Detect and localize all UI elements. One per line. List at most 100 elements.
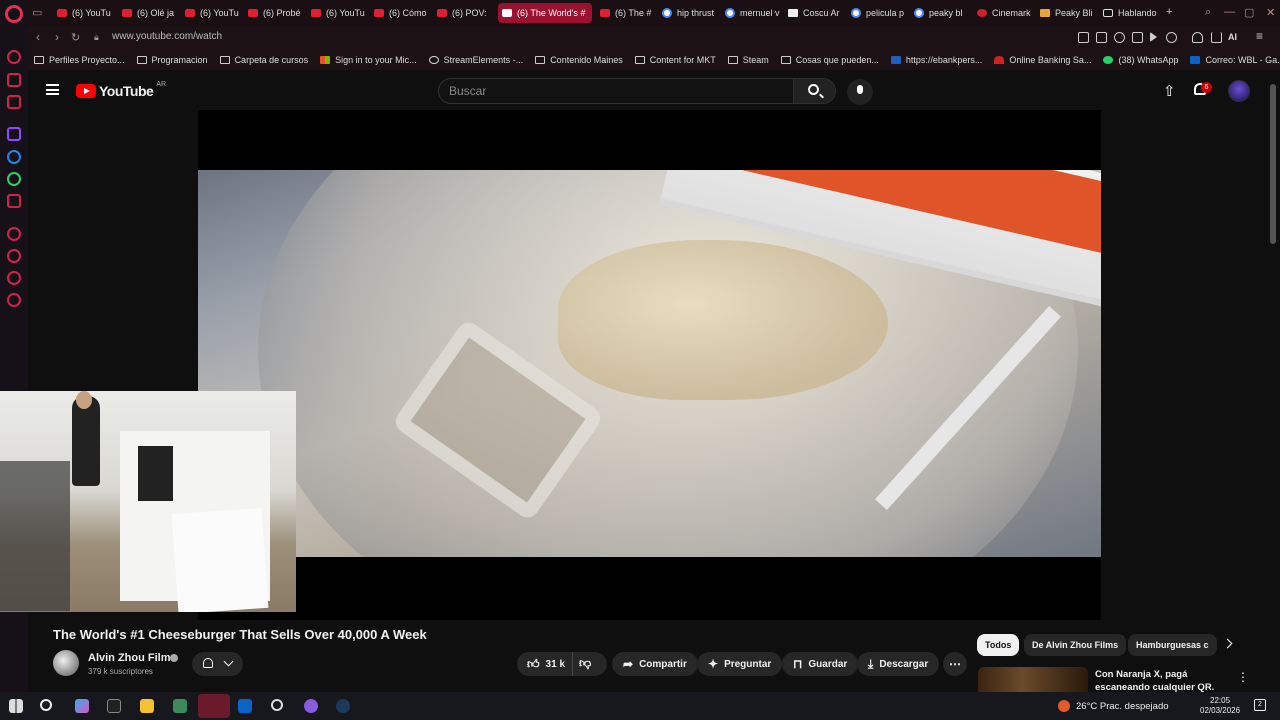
share-button[interactable]: ➦ Compartir [612,652,698,676]
more-actions-button[interactable]: ⋯ [943,652,967,676]
bookmark-item[interactable]: Correo: WBL - Ga... [1190,55,1280,65]
channel-name[interactable]: Alvin Zhou Films [88,652,177,664]
subscription-bell-button[interactable] [192,652,243,676]
play-icon[interactable] [1150,32,1157,42]
recommended-title[interactable]: Con Naranja X, pagá escaneando cualquier… [1095,668,1215,694]
history-icon[interactable] [7,249,21,263]
clock[interactable]: 22:05 02/03/2026 [1200,696,1240,716]
clock-app-icon[interactable] [271,699,283,711]
copilot-icon[interactable] [75,699,89,713]
close-icon[interactable]: ✕ [1266,6,1275,19]
chip-topic[interactable]: Hamburguesas c [1128,634,1217,656]
youtube-logo[interactable]: YouTube AR [76,81,166,99]
more-vertical-icon[interactable]: ⋮ [1237,670,1249,684]
player-icon[interactable] [7,227,21,241]
forward-icon[interactable]: › [55,30,59,44]
bookmark-item[interactable]: Content for MKT [634,55,716,65]
tab-2[interactable]: (6) YouTu [181,3,241,23]
scrollbar[interactable] [1270,84,1276,244]
calculator-icon[interactable] [173,699,187,713]
notification-center-icon[interactable]: 2 [1254,699,1266,711]
aria-ai-button[interactable]: AI [1228,32,1237,42]
tab-3[interactable]: (6) Probé [244,3,304,23]
windows-start-icon[interactable] [9,699,23,713]
download-button[interactable]: ⤓ Descargar [857,652,940,676]
chip-all[interactable]: Todos [977,634,1020,656]
tab-14[interactable]: Cinemark [973,3,1033,23]
tab-1[interactable]: (6) Olé ja [118,3,178,23]
save-button[interactable]: ⊓ Guardar [782,652,859,676]
snapshot-icon[interactable] [1096,32,1107,43]
twitch-icon[interactable] [7,127,21,141]
video-player[interactable] [198,110,1101,620]
tab-15[interactable]: Peaky Bli [1036,3,1096,23]
whatsapp-icon[interactable] [7,172,21,186]
adblock-icon[interactable] [1114,32,1125,43]
weather-widget[interactable]: 26°C Prac. despejado [1058,700,1169,712]
search-button[interactable] [793,79,835,103]
recommended-thumbnail[interactable] [978,667,1088,692]
minimize-icon[interactable]: — [1224,6,1235,18]
reload-icon[interactable]: ↻ [71,31,80,44]
bookmark-item[interactable]: Carpeta de cursos [219,55,308,65]
downloads-icon[interactable] [1211,32,1222,43]
chip-channel[interactable]: De Alvin Zhou Films [1024,634,1127,656]
bookmark-item[interactable]: Sign in to your Mic... [320,55,417,65]
like-button[interactable]: 👍︎ 31 k [517,652,573,676]
chevron-right-icon[interactable] [1222,638,1233,649]
menu-icon[interactable]: ≡ [1256,29,1263,43]
aria-icon[interactable] [7,50,21,64]
back-icon[interactable]: ‹ [36,30,40,44]
tab-8[interactable]: (6) The # [596,3,656,23]
bookmark-item[interactable]: Cosas que pueden... [780,55,879,65]
bookmark-item[interactable]: Steam [727,55,769,65]
outlook-icon[interactable] [238,699,252,713]
hamburger-menu-icon[interactable] [46,84,59,95]
tab-10[interactable]: mernuel v [721,3,781,23]
bookmark-item[interactable]: Programacion [136,55,208,65]
tab-6[interactable]: (6) POV: [433,3,493,23]
new-tab-icon[interactable]: + [1166,6,1172,18]
discord-icon[interactable] [304,699,318,713]
extensions-icon[interactable] [7,271,21,285]
avatar[interactable] [1228,80,1250,102]
bookmark-item[interactable]: StreamElements -... [428,55,523,65]
messenger-icon[interactable] [7,150,21,164]
bookmark-item[interactable]: Perfiles Proyecto... [34,55,125,65]
tab-active[interactable]: (6) The World's # [498,3,592,23]
tab-13[interactable]: peaky bl [910,3,970,23]
opera-taskbar-active[interactable] [198,694,230,718]
translate-icon[interactable] [1132,32,1143,43]
bookmark-item[interactable]: https://ebankpers... [890,55,982,65]
tab-12[interactable]: pelicula p [847,3,907,23]
url-field[interactable]: www.youtube.com/watch [112,31,222,42]
terminal-icon[interactable] [107,699,121,713]
steam-icon[interactable] [336,699,350,713]
tab-9[interactable]: hip thrust [658,3,718,23]
channel-avatar[interactable] [53,650,79,676]
bookmark-page-icon[interactable] [1078,32,1089,43]
tab-16[interactable]: Hablando [1099,3,1163,23]
heart-icon[interactable] [1166,32,1177,43]
voice-search-button[interactable] [847,79,873,105]
ask-button[interactable]: ✦ Preguntar [697,652,783,676]
file-explorer-icon[interactable] [140,699,154,713]
instagram-icon-2[interactable] [7,194,21,208]
opera-logo-icon[interactable] [5,5,23,23]
tab-11[interactable]: Coscu Ar [784,3,844,23]
profile-icon[interactable] [1192,32,1203,43]
search-icon[interactable] [40,699,52,711]
tab-5[interactable]: (6) Cómo [370,3,430,23]
tab-0[interactable]: (6) YouTu [53,3,113,23]
maximize-icon[interactable]: ▢ [1244,6,1254,19]
settings-icon[interactable] [7,293,21,307]
upload-icon[interactable]: ⇧ [1163,84,1176,99]
instagram-icon[interactable] [7,73,21,87]
search-tabs-icon[interactable]: ⌕ [1205,6,1211,19]
tab-4[interactable]: (6) YouTu [307,3,367,23]
bookmark-item[interactable]: Online Banking Sa... [994,55,1091,65]
tab-workspaces-icon[interactable]: ▭ [32,6,42,19]
search-input[interactable] [439,79,795,103]
gx-tools-icon[interactable] [7,95,21,109]
bookmark-item[interactable]: (38) WhatsApp [1103,55,1178,65]
